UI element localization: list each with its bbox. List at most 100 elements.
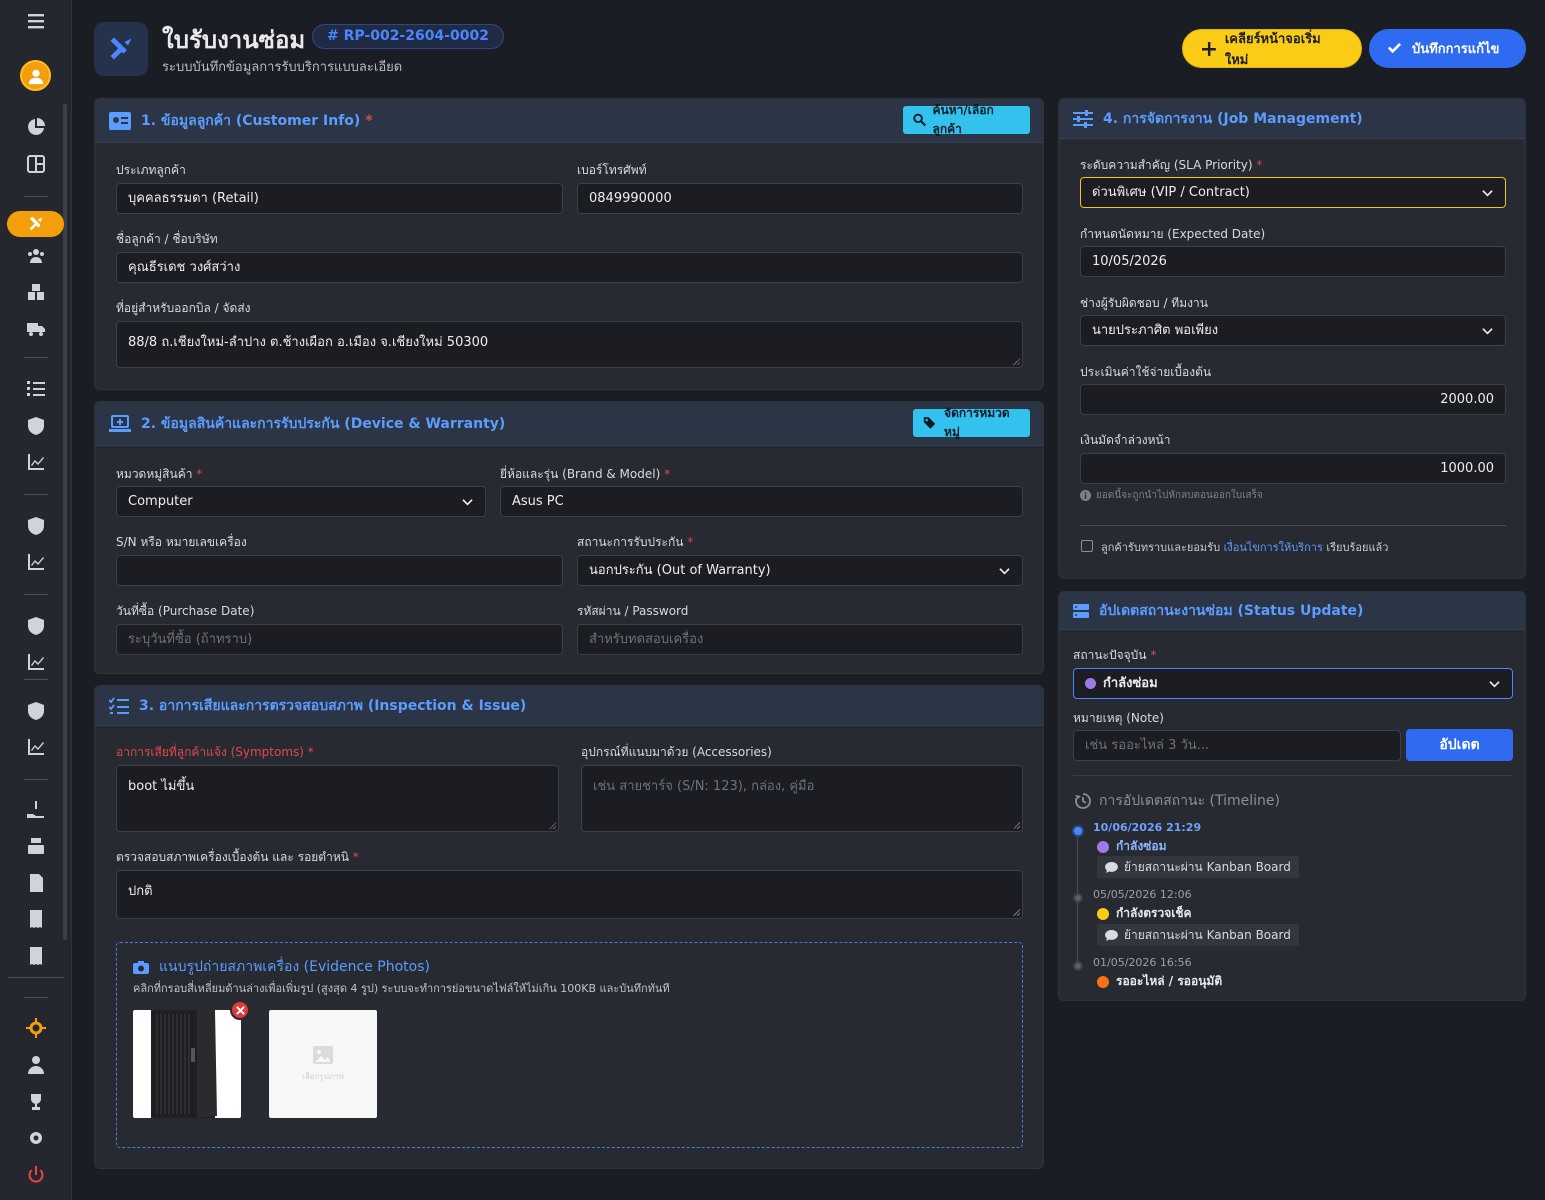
line-chart-icon[interactable] xyxy=(20,649,52,675)
terms-link[interactable]: เงื่อนไขการให้บริการ xyxy=(1224,541,1323,554)
password-field[interactable]: สำหรับทดสอบเครื่อง xyxy=(577,624,1023,655)
customer-name-label: ชื่อลูกค้า / ชื่อบริษัท xyxy=(116,232,218,246)
shield-icon[interactable] xyxy=(20,613,52,639)
check-icon xyxy=(1387,42,1402,54)
remove-photo-button[interactable] xyxy=(230,1000,250,1020)
customer-info-header: 1. ข้อมูลลูกค้า (Customer Info) * ค้นหา/… xyxy=(95,99,1043,143)
deposit-field[interactable]: 1000.00 xyxy=(1080,453,1506,484)
sun-settings-icon[interactable] xyxy=(20,1015,52,1041)
note-field[interactable]: เช่น รออะไหล่ 3 วัน... xyxy=(1073,730,1401,761)
receipt-list-icon[interactable] xyxy=(20,943,52,969)
add-photo-slot[interactable]: เลือกรูปภาพ xyxy=(269,1010,377,1118)
timeline-marker xyxy=(1072,825,1084,837)
brand-model-field[interactable]: Asus PC xyxy=(500,486,1023,517)
category-label: หมวดหมู่สินค้า * xyxy=(116,467,203,481)
terms-agree-checkbox[interactable] xyxy=(1081,540,1093,552)
current-status-select[interactable]: กำลังซ่อม xyxy=(1073,668,1513,699)
info-icon xyxy=(1080,490,1091,501)
job-management-card: 4. การจัดการงาน (Job Management) ระดับคว… xyxy=(1058,98,1526,579)
image-placeholder-icon xyxy=(313,1045,333,1064)
timeline-note: ย้ายสถานะผ่าน Kanban Board xyxy=(1097,856,1299,878)
customer-type-field[interactable]: บุคคลธรรมดา (Retail) xyxy=(116,183,563,214)
hamburger-menu-icon[interactable] xyxy=(20,8,52,34)
customer-name-field[interactable]: คุณธีรเดช วงศ์สว่าง xyxy=(116,252,1023,283)
truck-icon[interactable] xyxy=(20,315,52,341)
phone-field[interactable]: 0849990000 xyxy=(577,183,1023,214)
comment-icon xyxy=(1105,929,1118,941)
accessories-field[interactable]: เช่น สายชาร์จ (S/N: 123), กล่อง, คู่มือ xyxy=(581,765,1023,832)
deposit-note: ยอดนี้จะถูกนำไปหักลบตอนออกใบเสร็จ xyxy=(1080,488,1263,503)
trophy-icon[interactable] xyxy=(20,1089,52,1115)
chevron-down-icon xyxy=(1482,190,1493,197)
accessories-label: อุปกรณ์ที่แนบมาด้วย (Accessories) xyxy=(581,745,772,759)
timeline-time: 01/05/2026 16:56 xyxy=(1093,956,1192,969)
cash-register-icon[interactable] xyxy=(20,833,52,859)
phone-label: เบอร์โทรศัพท์ xyxy=(577,163,647,177)
status-update-header: อัปเดตสถานะงานซ่อม (Status Update) xyxy=(1059,592,1525,630)
search-customer-button[interactable]: ค้นหา/เลือกลูกค้า xyxy=(903,103,1030,136)
address-field[interactable]: 88/8 ถ.เชียงใหม่-ลำปาง ต.ช้างเผือก อ.เมื… xyxy=(116,321,1023,368)
clear-form-button[interactable]: เคลียร์หน้าจอเริ่มใหม่ xyxy=(1182,29,1362,68)
save-changes-button[interactable]: บันทึกการแก้ไข xyxy=(1369,29,1526,68)
update-status-button[interactable]: อัปเดต xyxy=(1406,729,1513,761)
gear-icon[interactable] xyxy=(20,1125,52,1151)
hand-money-icon[interactable] xyxy=(20,797,52,823)
repair-tools-icon[interactable] xyxy=(7,211,64,237)
inspection-title: 3. อาการเสียและการตรวจสอบสภาพ (Inspectio… xyxy=(139,697,527,714)
manage-categories-button[interactable]: จัดการหมวดหมู่ xyxy=(913,406,1030,439)
photos-hint: คลิกที่กรอบสี่เหลี่ยมด้านล่างเพื่อเพิ่มร… xyxy=(133,982,670,995)
warranty-status-select[interactable]: นอกประกัน (Out of Warranty) xyxy=(577,555,1023,586)
sidebar xyxy=(0,0,72,1200)
page-subtitle: ระบบบันทึกข้อมูลการรับบริการแบบละเอียด xyxy=(162,60,403,75)
photo-upload-area[interactable]: แนบรูปถ่ายสภาพเครื่อง (Evidence Photos) … xyxy=(116,942,1023,1148)
address-label: ที่อยู่สำหรับออกบิล / จัดส่ง xyxy=(116,301,251,315)
plus-icon xyxy=(1201,41,1216,56)
sliders-icon xyxy=(1073,109,1093,128)
line-chart-icon[interactable] xyxy=(20,449,52,475)
shield-icon[interactable] xyxy=(20,513,52,539)
line-chart-icon[interactable] xyxy=(20,549,52,575)
purchase-date-field[interactable]: ระบุวันที่ซื้อ (ถ้าทราบ) xyxy=(116,624,563,655)
serial-number-field[interactable] xyxy=(116,555,563,586)
current-status-label: สถานะปัจจุบัน * xyxy=(1073,648,1157,662)
technician-select[interactable]: นายประภาศิต พอเพียง xyxy=(1080,315,1506,346)
kanban-board-icon[interactable] xyxy=(20,151,52,177)
divider xyxy=(1073,775,1513,776)
photo-thumbnail[interactable] xyxy=(133,1010,241,1118)
clear-form-label: เคลียร์หน้าจอเริ่มใหม่ xyxy=(1224,31,1321,68)
main-content: ใบรับงานซ่อม # RP-002-2604-0002 ระบบบันท… xyxy=(72,0,1545,1200)
line-chart-icon[interactable] xyxy=(20,734,52,760)
invoice-dollar-icon[interactable] xyxy=(20,870,52,896)
sla-select[interactable]: ด่วนพิเศษ (VIP / Contract) xyxy=(1080,177,1506,208)
receipt-icon[interactable] xyxy=(20,906,52,932)
status-dot xyxy=(1097,907,1109,920)
shield-icon[interactable] xyxy=(20,413,52,439)
condition-field[interactable]: ปกติ xyxy=(116,870,1023,919)
device-warranty-card: 2. ข้อมูลสินค้าและการรับประกัน (Device &… xyxy=(94,401,1044,674)
pie-chart-icon[interactable] xyxy=(20,114,52,140)
sidebar-scrollbar[interactable] xyxy=(63,104,67,940)
symptoms-field[interactable]: boot ไม่ขึ้น xyxy=(116,765,559,832)
timeline-time: 05/05/2026 12:06 xyxy=(1093,888,1192,901)
customer-type-label: ประเภทลูกค้า xyxy=(116,163,186,177)
task-list-icon[interactable] xyxy=(20,376,52,402)
expected-date-field[interactable]: 10/05/2026 xyxy=(1080,246,1506,277)
power-icon[interactable] xyxy=(20,1162,52,1188)
user-avatar[interactable] xyxy=(20,60,51,91)
category-select[interactable]: Computer xyxy=(116,486,486,517)
user-tie-icon[interactable] xyxy=(20,1052,52,1078)
cost-estimate-field[interactable]: 2000.00 xyxy=(1080,384,1506,415)
manage-categories-label: จัดการหมวดหมู่ xyxy=(944,406,1010,439)
inspection-header: 3. อาการเสียและการตรวจสอบสภาพ (Inspectio… xyxy=(95,686,1043,726)
users-group-icon[interactable] xyxy=(20,243,52,269)
status-dot xyxy=(1097,840,1109,853)
divider xyxy=(1080,525,1506,526)
shield-icon[interactable] xyxy=(20,698,52,724)
repair-tools-icon xyxy=(94,22,148,76)
chevron-down-icon xyxy=(1489,681,1500,688)
timeline-note: ย้ายสถานะผ่าน Kanban Board xyxy=(1097,924,1299,946)
timeline-marker xyxy=(1073,893,1083,903)
search-icon xyxy=(913,113,926,127)
deposit-label: เงินมัดจำล่วงหน้า xyxy=(1080,433,1171,447)
boxes-icon[interactable] xyxy=(20,279,52,305)
